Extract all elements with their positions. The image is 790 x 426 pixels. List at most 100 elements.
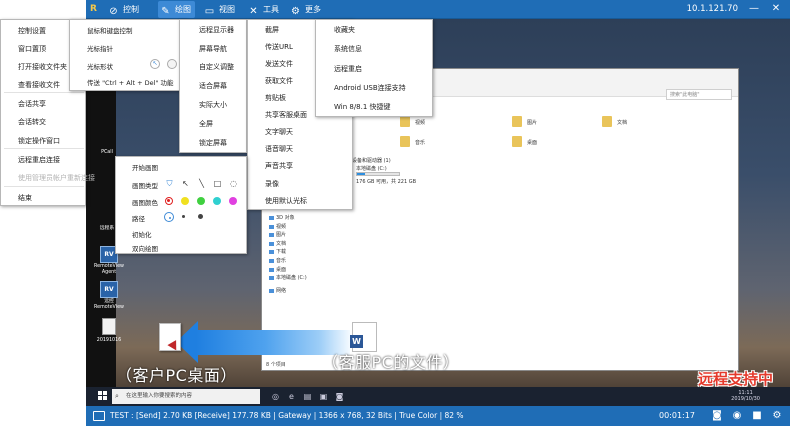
- taskbar-search-input[interactable]: ⌕ 在这里输入你要搜索的内容: [112, 389, 260, 404]
- record-icon[interactable]: ◉: [731, 410, 743, 422]
- folder-icon[interactable]: [512, 116, 522, 127]
- file-explorer-icon[interactable]: ▤: [302, 391, 313, 402]
- menu-item-default-cursor[interactable]: 使用默认光标: [265, 196, 307, 206]
- edge-icon[interactable]: e: [286, 391, 297, 402]
- task-view-icon[interactable]: ◎: [270, 391, 281, 402]
- client-desktop-caption: （客户PC桌面）: [116, 366, 237, 385]
- color-cyan[interactable]: [213, 197, 221, 205]
- menu-control[interactable]: ⊘ 控制: [106, 1, 143, 18]
- folder-label: 文档: [617, 120, 628, 126]
- sidebar-item[interactable]: 桌面: [268, 266, 338, 275]
- menu-more[interactable]: ⚙ 更多: [288, 1, 325, 18]
- menu-item-clipboard[interactable]: 剪贴板: [265, 93, 286, 103]
- draw-type-label: 画图类型: [132, 182, 158, 190]
- menu-item-remote-monitor[interactable]: 远程显示器: [199, 25, 234, 35]
- sidebar-item[interactable]: 视频: [268, 223, 338, 232]
- line-tool-icon[interactable]: ╲: [197, 179, 206, 188]
- menu-item-sound-share[interactable]: 声音共享: [265, 161, 293, 171]
- file-icon[interactable]: [102, 318, 116, 335]
- folder-icon[interactable]: [512, 136, 522, 147]
- menu-item-session-share[interactable]: 会话共享: [18, 99, 46, 109]
- menu-item-fit-screen[interactable]: 适合屏幕: [199, 81, 227, 91]
- menu-item-system-info[interactable]: 系统信息: [334, 44, 362, 54]
- sidebar-item[interactable]: 图片: [268, 231, 338, 240]
- rect-tool-icon[interactable]: □: [213, 179, 222, 188]
- menu-item-get-file[interactable]: 获取文件: [265, 76, 293, 86]
- camera-icon[interactable]: ◙: [711, 410, 723, 422]
- close-icon[interactable]: ✕: [770, 3, 782, 15]
- sidebar-item[interactable]: 文档: [268, 240, 338, 249]
- taskbar-clock[interactable]: 11:11 2019/10/30: [731, 390, 760, 402]
- folder-icon[interactable]: [602, 116, 612, 127]
- menu-item-voice-chat[interactable]: 语音聊天: [265, 144, 293, 154]
- menu-item-favorites[interactable]: 收藏夹: [334, 25, 355, 35]
- mouse-keyboard-menu: 鼠标和键盘控制 光标指针 光标形状 ↖ 传送 "Ctrl + Alt + Del…: [69, 19, 187, 91]
- menu-item-open-recv-folder[interactable]: 打开接收文件夹: [18, 62, 67, 72]
- color-yellow[interactable]: [181, 197, 189, 205]
- color-red[interactable]: [165, 197, 173, 205]
- sidebar-item[interactable]: 3D 对象: [268, 214, 338, 223]
- menu-item-send-file[interactable]: 发送文件: [265, 59, 293, 69]
- menu-item-bidirectional-draw[interactable]: 双向绘图: [132, 243, 158, 253]
- menu-item-restart-connect[interactable]: 远程重启连接: [18, 155, 60, 165]
- menu-item-end[interactable]: 结束: [18, 193, 32, 203]
- menu-item-lock-window[interactable]: 锁定操作窗口: [18, 136, 60, 146]
- settings-icon[interactable]: ⚙: [771, 410, 783, 422]
- menu-item-window-top[interactable]: 窗口置顶: [18, 44, 46, 54]
- menu-item-remote-restart[interactable]: 远程重启: [334, 64, 362, 74]
- menu-item-lock-screen[interactable]: 锁定屏幕: [199, 138, 227, 148]
- menu-item-text-chat[interactable]: 文字聊天: [265, 127, 293, 137]
- remoteview-label: 远控 RemoteView: [94, 299, 124, 310]
- cursor-arrow-icon[interactable]: ↖: [150, 59, 160, 69]
- explorer-search-input[interactable]: 搜索"此电脑": [666, 89, 732, 100]
- menu-item-win8-shortcuts[interactable]: Win 8/8.1 快捷键: [334, 102, 391, 112]
- sidebar-item[interactable]: 网络: [268, 287, 338, 296]
- stop-icon[interactable]: ■: [751, 410, 763, 422]
- menu-item-cursor-pointer[interactable]: 光标指针: [87, 43, 113, 53]
- menu-tools[interactable]: ✕ 工具: [246, 1, 283, 18]
- windows-start-icon[interactable]: [98, 391, 108, 401]
- menu-view[interactable]: ▭ 视图: [202, 1, 239, 18]
- sidebar-item[interactable]: 音乐: [268, 257, 338, 266]
- folder-icon[interactable]: [400, 116, 410, 127]
- menu-item-send-url[interactable]: 传送URL: [265, 42, 293, 52]
- remote-taskbar: ⌕ 在这里输入你要搜索的内容 ◎ e ▤ ▣ ◙ 11:11 2019/10/30: [86, 387, 790, 406]
- color-magenta[interactable]: [229, 197, 237, 205]
- menu-item-control-settings[interactable]: 控制设置: [18, 26, 46, 36]
- menu-item-custom-adjust[interactable]: 自定义调整: [199, 62, 234, 72]
- menu-item-view-recv-files[interactable]: 查看接收文件: [18, 80, 60, 90]
- app-icon[interactable]: ◙: [334, 391, 345, 402]
- menu-item-cursor-shape[interactable]: 光标形状: [87, 61, 113, 71]
- menu-item-record[interactable]: 录像: [265, 179, 279, 189]
- menu-item-mouse-keyboard[interactable]: 鼠标和键盘控制: [87, 25, 133, 35]
- folder-label: 视频: [415, 120, 426, 126]
- color-green[interactable]: [197, 197, 205, 205]
- menu-item-actual-size[interactable]: 实际大小: [199, 100, 227, 110]
- drive-name[interactable]: 本地磁盘 (C:): [356, 165, 387, 172]
- menu-item-start-drawing[interactable]: 开始画图: [132, 162, 158, 172]
- stroke-large-icon[interactable]: [198, 214, 203, 219]
- sidebar-item[interactable]: 下载: [268, 248, 338, 257]
- menu-item-screen-nav[interactable]: 屏幕导航: [199, 44, 227, 54]
- menu-item-screenshot[interactable]: 截屏: [265, 25, 279, 35]
- menu-item-fullscreen[interactable]: 全屏: [199, 119, 213, 129]
- menu-item-share-desktop[interactable]: 共享客服桌面: [265, 110, 307, 120]
- explorer-sidebar: 3D 对象 视频 图片 文档 下载 音乐 桌面 本地磁盘 (C:) 网络: [268, 214, 338, 295]
- file-label: 20191016: [96, 338, 122, 343]
- fill-bucket-icon[interactable]: ⛉: [165, 179, 174, 188]
- menu-item-init-drawing[interactable]: 初始化: [132, 229, 152, 239]
- menu-draw[interactable]: ✎ 绘图: [158, 1, 195, 18]
- store-icon[interactable]: ▣: [318, 391, 329, 402]
- arrow-tool-icon[interactable]: ↖: [181, 179, 190, 188]
- menu-item-ctrl-alt-del[interactable]: 传送 "Ctrl + Alt + Del" 功能: [87, 77, 173, 87]
- menu-item-session-transfer[interactable]: 会话转交: [18, 117, 46, 127]
- circle-tool-icon[interactable]: ◌: [229, 179, 238, 188]
- stroke-medium-icon[interactable]: [182, 215, 185, 218]
- sidebar-item[interactable]: 本地磁盘 (C:): [268, 274, 338, 283]
- menu-item-android-usb[interactable]: Android USB连接支持: [334, 83, 406, 93]
- stroke-small-icon[interactable]: [164, 212, 174, 222]
- cursor-dot-icon[interactable]: [167, 59, 177, 69]
- minimize-icon[interactable]: —: [748, 3, 760, 15]
- remoteview-icon[interactable]: RV: [100, 281, 118, 298]
- folder-icon[interactable]: [400, 136, 410, 147]
